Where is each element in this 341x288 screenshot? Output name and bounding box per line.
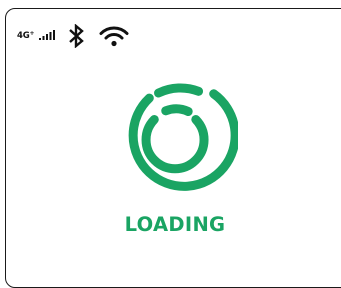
loading-label: LOADING: [124, 213, 226, 236]
network-type-label: 4G: [17, 31, 30, 41]
wifi-icon: [99, 26, 129, 47]
network-type-superscript: +: [29, 30, 35, 37]
network-type-indicator: 4G+: [17, 29, 35, 41]
status-bar: 4G+: [0, 0, 341, 60]
bluetooth-icon: [69, 24, 84, 48]
signal-bars-icon: [39, 30, 55, 40]
circular-loading-spinner-icon: [128, 83, 238, 191]
